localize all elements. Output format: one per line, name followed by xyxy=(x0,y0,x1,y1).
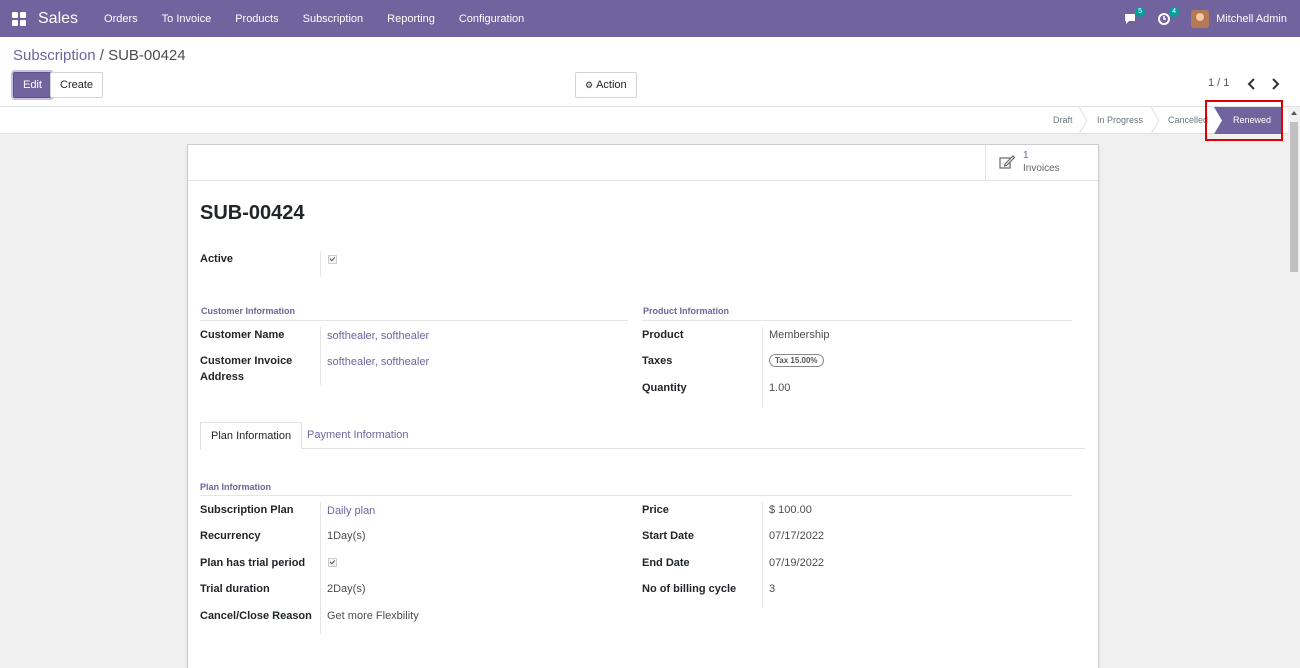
customer-name-label: Customer Name xyxy=(200,329,285,341)
end-date-label: End Date xyxy=(642,557,690,569)
stage-separator-icon xyxy=(1078,107,1088,134)
systray: 5 4 Mitchell Admin xyxy=(1123,0,1300,37)
breadcrumb-parent[interactable]: Subscription xyxy=(13,47,96,64)
scrollbar[interactable] xyxy=(1288,107,1300,668)
create-button[interactable]: Create xyxy=(50,72,104,98)
trial-duration-label: Trial duration xyxy=(200,583,270,595)
field-divider xyxy=(320,251,321,277)
activities-icon[interactable]: 4 xyxy=(1157,6,1180,26)
scroll-up-icon[interactable] xyxy=(1291,111,1297,115)
section-divider xyxy=(200,320,628,321)
app-brand[interactable]: Sales xyxy=(38,10,78,28)
customer-section-title: Customer Information xyxy=(201,306,296,316)
user-name[interactable]: Mitchell Admin xyxy=(1216,13,1287,25)
subscription-plan-label: Subscription Plan xyxy=(200,504,294,516)
stage-draft[interactable]: Draft xyxy=(1053,107,1073,134)
menu-products[interactable]: Products xyxy=(223,13,290,25)
button-box: 1 Invoices xyxy=(188,145,1098,181)
form-sheet: 1 Invoices SUB-00424 Active Customer Inf… xyxy=(187,144,1099,668)
invoices-smart-button[interactable]: 1 Invoices xyxy=(985,145,1098,181)
menu-orders[interactable]: Orders xyxy=(92,13,150,25)
trial-duration-value[interactable]: 2Day(s) xyxy=(327,583,366,595)
breadcrumb: Subscription / SUB-00424 xyxy=(13,47,186,64)
subscription-plan-value[interactable]: Daily plan xyxy=(327,505,375,517)
breadcrumb-separator: / xyxy=(99,47,104,64)
record-title: SUB-00424 xyxy=(200,202,305,224)
price-value[interactable]: $ 100.00 xyxy=(769,504,812,516)
plan-section-title: Plan Information xyxy=(200,482,272,492)
customer-invoice-label-line2: Address xyxy=(200,371,245,383)
menu-subscription[interactable]: Subscription xyxy=(291,13,376,25)
start-date-label: Start Date xyxy=(642,530,694,542)
field-divider xyxy=(320,353,321,385)
stage-separator-icon xyxy=(1150,107,1160,134)
notebook-tabs: Plan Information Payment Information xyxy=(200,422,1085,450)
scroll-thumb[interactable] xyxy=(1290,122,1298,272)
activities-badge: 4 xyxy=(1169,6,1180,17)
gear-icon: ⚙ xyxy=(585,79,594,90)
menu-configuration[interactable]: Configuration xyxy=(447,13,536,25)
billing-cycle-label: No of billing cycle xyxy=(642,583,737,595)
recurrency-label: Recurrency xyxy=(200,530,261,542)
price-label: Price xyxy=(642,504,669,516)
action-label: Action xyxy=(596,79,627,91)
customer-invoice-value[interactable]: softhealer, softhealer xyxy=(327,356,429,368)
top-navbar: Sales Orders To Invoice Products Subscri… xyxy=(0,0,1300,37)
customer-invoice-label-line1: Customer Invoice xyxy=(200,355,293,367)
product-label: Product xyxy=(642,329,684,341)
pager-next-icon[interactable] xyxy=(1270,77,1282,91)
menu-to-invoice[interactable]: To Invoice xyxy=(150,13,224,25)
product-section-title: Product Information xyxy=(643,306,729,316)
edit-button[interactable]: Edit xyxy=(13,72,52,98)
action-button[interactable]: ⚙ Action xyxy=(575,72,637,98)
customer-name-value[interactable]: softhealer, softhealer xyxy=(327,330,429,342)
start-date-value[interactable]: 07/17/2022 xyxy=(769,530,824,542)
user-avatar[interactable] xyxy=(1191,9,1210,28)
quantity-value[interactable]: 1.00 xyxy=(769,382,790,394)
breadcrumb-current: SUB-00424 xyxy=(108,47,186,64)
stage-in-progress[interactable]: In Progress xyxy=(1097,107,1143,134)
messages-badge: 5 xyxy=(1135,6,1146,17)
menu-reporting[interactable]: Reporting xyxy=(375,13,447,25)
section-divider xyxy=(200,495,1072,496)
invoices-count: 1 xyxy=(1023,150,1029,161)
stage-cancelled[interactable]: Cancelled xyxy=(1168,107,1208,134)
pager-value[interactable]: 1 / 1 xyxy=(1208,77,1229,89)
field-divider xyxy=(320,327,321,353)
messages-icon[interactable]: 5 xyxy=(1123,6,1146,26)
pager-previous-icon[interactable] xyxy=(1247,77,1259,91)
edit-icon xyxy=(999,155,1015,169)
customer-invoice-label: Customer Invoice Address xyxy=(200,353,292,385)
active-checkbox[interactable] xyxy=(328,255,337,264)
field-divider xyxy=(762,502,763,608)
active-label: Active xyxy=(200,253,234,265)
highlight-box xyxy=(1205,100,1283,141)
billing-cycle-value[interactable]: 3 xyxy=(769,583,775,595)
quantity-label: Quantity xyxy=(642,382,687,394)
tax-tag[interactable]: Tax 15.00% xyxy=(769,354,824,367)
product-value[interactable]: Membership xyxy=(769,329,830,341)
apps-menu-icon[interactable] xyxy=(12,11,26,26)
cancel-reason-value[interactable]: Get more Flexbility xyxy=(327,610,419,622)
field-divider xyxy=(762,327,763,407)
status-bar: Draft In Progress Cancelled Renewed xyxy=(0,107,1288,134)
trial-period-checkbox[interactable] xyxy=(328,558,337,567)
control-panel: Subscription / SUB-00424 Edit Create ⚙ A… xyxy=(0,37,1300,107)
end-date-value[interactable]: 07/19/2022 xyxy=(769,557,824,569)
recurrency-value[interactable]: 1Day(s) xyxy=(327,530,366,542)
tab-payment-information[interactable]: Payment Information xyxy=(297,422,419,449)
invoices-label: Invoices xyxy=(1023,163,1060,174)
field-divider xyxy=(320,502,321,634)
section-divider xyxy=(642,320,1072,321)
taxes-label: Taxes xyxy=(642,355,673,367)
trial-period-label: Plan has trial period xyxy=(200,557,306,569)
cancel-reason-label: Cancel/Close Reason xyxy=(200,610,312,622)
tab-plan-information[interactable]: Plan Information xyxy=(200,422,303,450)
